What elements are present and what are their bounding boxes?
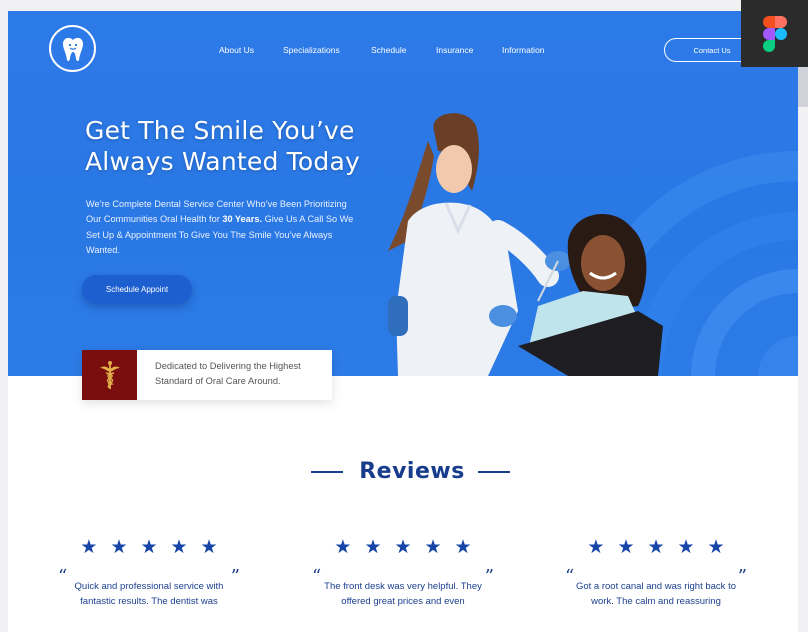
- open-quote-icon: “: [58, 566, 68, 587]
- caduceus-icon: [99, 361, 120, 389]
- figma-badge[interactable]: [741, 0, 808, 67]
- reviews-header: Reviews: [8, 459, 798, 489]
- star-rating: ★★★★★: [587, 537, 738, 558]
- hero-title-line1: Get The Smile You’ve: [85, 116, 355, 145]
- hero-title-line2: Always Wanted Today: [85, 147, 360, 176]
- review-text: The front desk was very helpful. They of…: [324, 581, 482, 607]
- badge-text: Dedicated to Delivering the Highest Stan…: [155, 361, 301, 386]
- review-card: ★★★★★ “ ” Quick and professional service…: [54, 536, 244, 632]
- quality-badge: Dedicated to Delivering the Highest Stan…: [82, 350, 332, 400]
- nav-schedule[interactable]: Schedule: [371, 45, 406, 55]
- close-quote-icon: ”: [737, 566, 747, 587]
- review-text: Got a root canal and was right back to w…: [575, 581, 736, 607]
- hero-desc-years: 30 Years.: [222, 214, 263, 225]
- review-text: Quick and professional service with fant…: [74, 581, 224, 607]
- page: About Us Specializations Schedule Insura…: [8, 11, 798, 632]
- star-rating: ★★★★★: [334, 537, 485, 558]
- close-quote-icon: ”: [484, 566, 494, 587]
- hero-title: Get The Smile You’ve Always Wanted Today: [85, 115, 405, 177]
- star-rating: ★★★★★: [80, 537, 231, 558]
- figma-icon: [762, 15, 787, 52]
- nav-about-us[interactable]: About Us: [219, 45, 254, 55]
- open-quote-icon: “: [312, 566, 322, 587]
- review-card: ★★★★★ “ ” Got a root canal and was right…: [561, 536, 751, 632]
- hero-description: We’re Complete Dental Service Center Who…: [86, 197, 361, 258]
- reviews-title: Reviews: [359, 459, 465, 484]
- dentist-patient-photo: [388, 113, 663, 376]
- quote-marks: “ ”: [308, 566, 498, 587]
- quote-marks: “ ”: [54, 566, 244, 587]
- hero-section: About Us Specializations Schedule Insura…: [8, 11, 798, 376]
- open-quote-icon: “: [565, 566, 575, 587]
- nav-information[interactable]: Information: [502, 45, 545, 55]
- nav-insurance[interactable]: Insurance: [436, 45, 473, 55]
- reviews-divider-right: [478, 471, 510, 473]
- scrollbar-strip: [798, 67, 808, 107]
- nav-specializations[interactable]: Specializations: [283, 45, 340, 55]
- close-quote-icon: ”: [230, 566, 240, 587]
- review-card: ★★★★★ “ ” The front desk was very helpfu…: [308, 536, 498, 632]
- quote-marks: “ ”: [561, 566, 751, 587]
- schedule-appointment-button[interactable]: Schedule Appoint: [82, 275, 192, 304]
- badge-icon-box: [82, 350, 137, 400]
